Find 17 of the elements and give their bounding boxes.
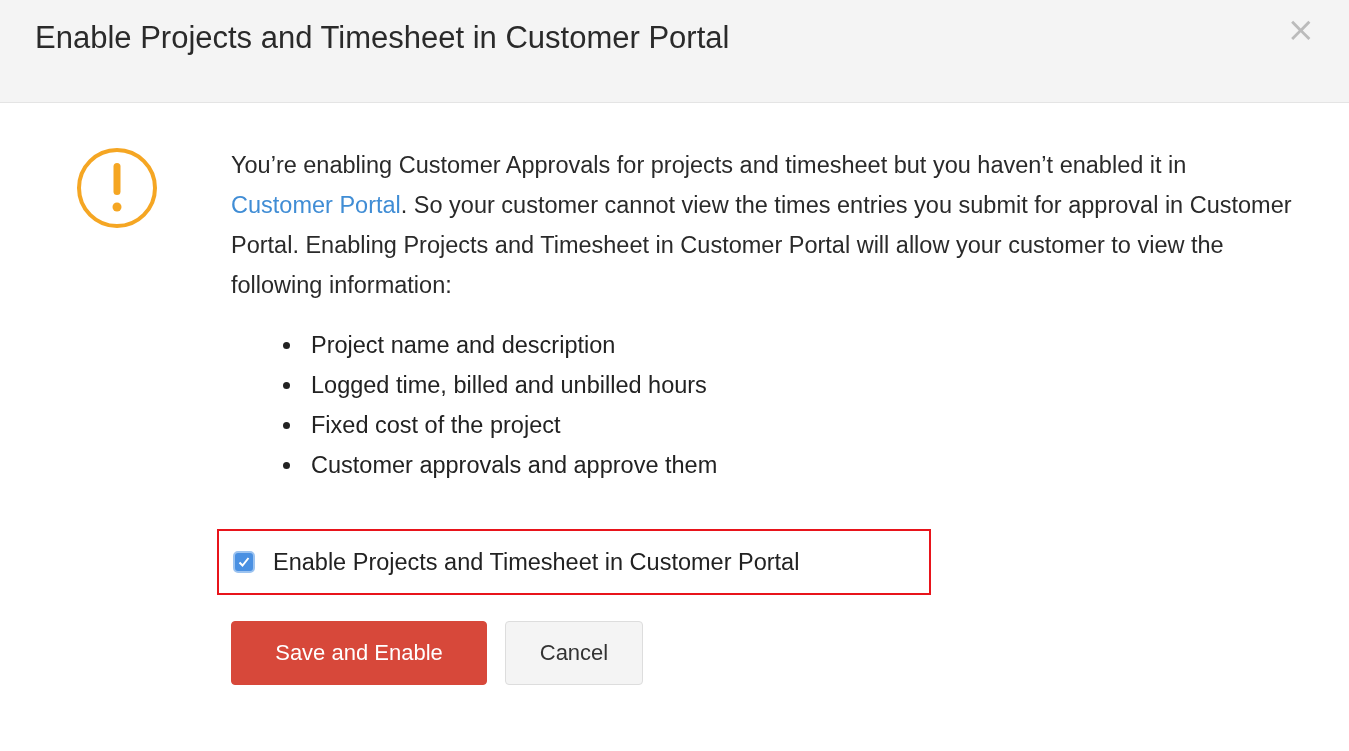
save-button[interactable]: Save and Enable <box>231 621 487 685</box>
checkbox[interactable] <box>233 551 255 573</box>
list-item: Fixed cost of the project <box>311 411 561 440</box>
bullet-icon <box>283 381 290 389</box>
dialog-title: Enable Projects and Timesheet in Customer Portal <box>35 20 730 56</box>
cancel-button[interactable]: Cancel <box>505 621 643 685</box>
bullet-icon <box>283 421 290 429</box>
warning-icon <box>76 147 158 229</box>
bullet-icon <box>283 461 290 469</box>
customer-portal-link[interactable]: Customer Portal <box>231 192 401 218</box>
warning-message: You’re enabling Customer Approvals for projects and timesheet but you haven’t enabled it in Customer Portal. So your customer cannot view the times entries you submit for approval in Customer Portal. Enabling Projects and Timesheet in Customer Portal will allow your customer to view the following information: <box>231 151 1293 300</box>
check-icon <box>237 555 251 569</box>
list-item: Logged time, billed and unbilled hours <box>311 371 707 400</box>
list-item: Project name and description <box>311 331 616 360</box>
list-item: Customer approvals and approve them <box>311 451 718 480</box>
bullet-icon <box>283 341 290 349</box>
checkbox-label: Enable Projects and Timesheet in Customer Portal <box>273 548 800 576</box>
